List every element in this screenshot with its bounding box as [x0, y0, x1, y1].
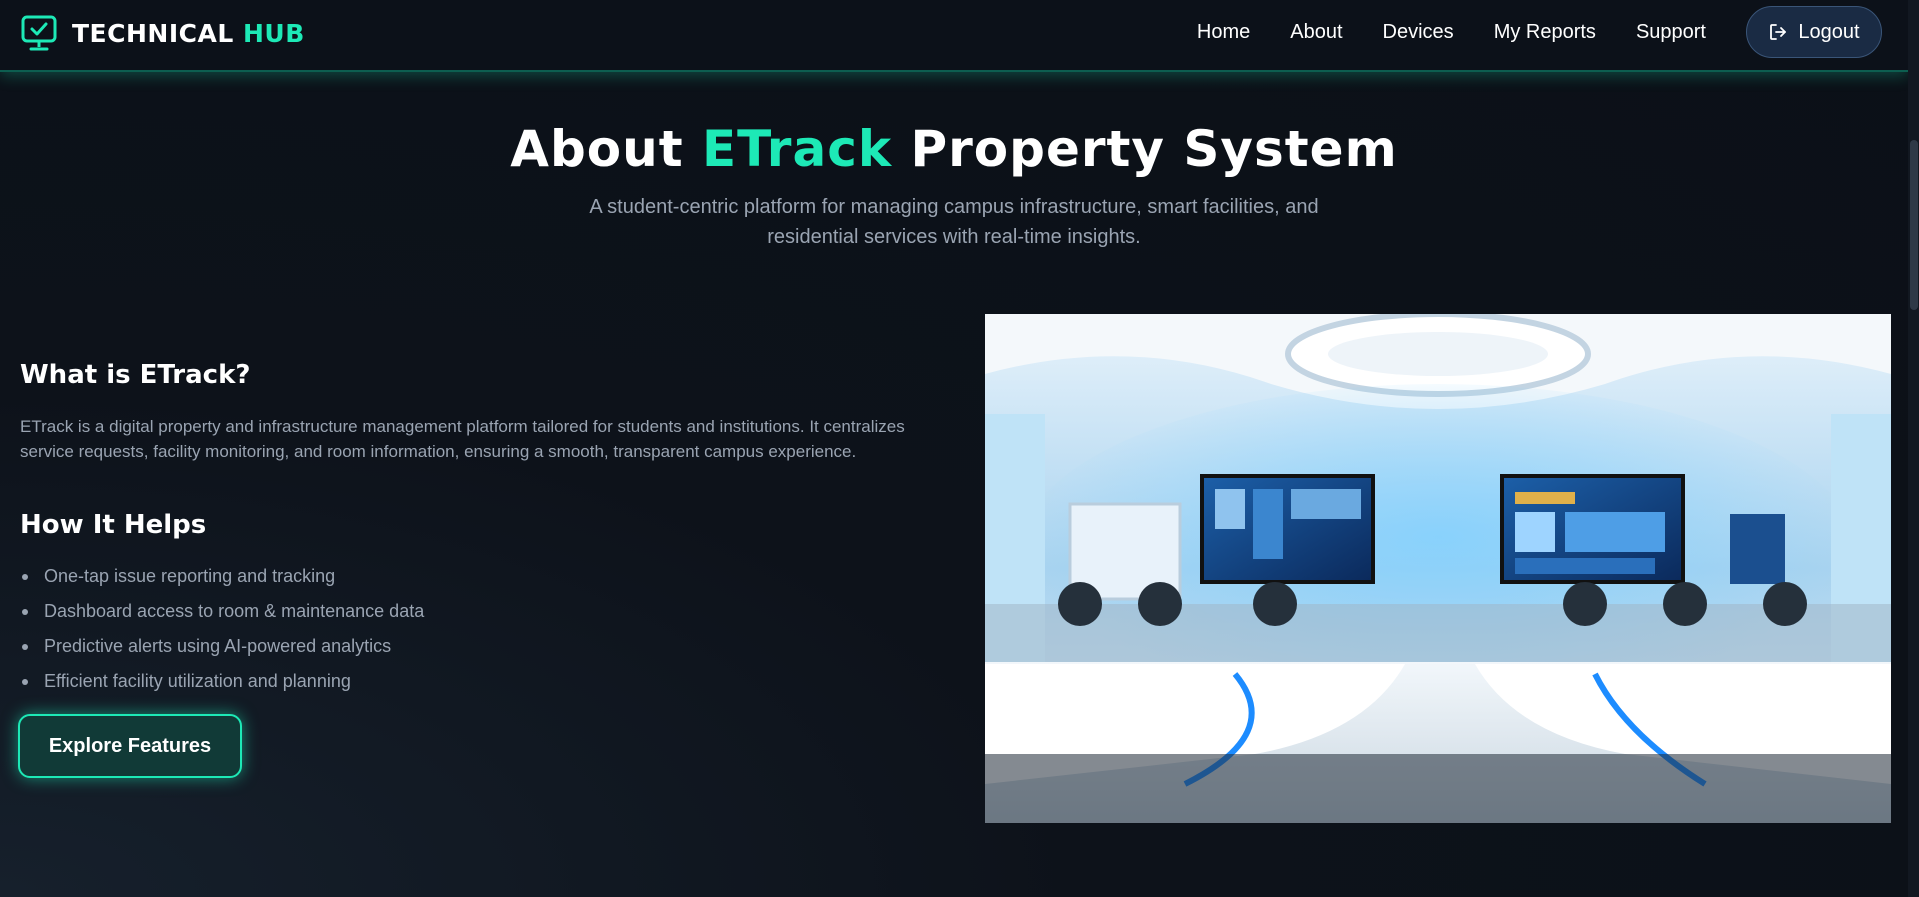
list-item: Efficient facility utilization and plann… [20, 669, 424, 704]
monitor-check-icon [21, 15, 57, 51]
nav-link-my-reports[interactable]: My Reports [1494, 21, 1596, 44]
how-it-helps-heading: How It Helps [20, 510, 207, 540]
scrollbar-thumb[interactable] [1910, 140, 1918, 310]
page-title: About ETrack Property System [510, 120, 1398, 178]
brand-name: TECHNICAL HUB [72, 18, 305, 48]
logout-label: Logout [1798, 20, 1860, 43]
list-item: One-tap issue reporting and tracking [20, 564, 424, 599]
nav-link-support[interactable]: Support [1636, 21, 1706, 44]
what-is-paragraph: ETrack is a digital property and infrast… [20, 417, 905, 461]
nav-links: Home About Devices My Reports Support Lo… [1157, 6, 1882, 58]
explore-features-button[interactable]: Explore Features [18, 714, 242, 778]
page-subtitle: A student-centric platform for managing … [589, 196, 1319, 248]
nav-link-home[interactable]: Home [1197, 21, 1250, 44]
what-is-heading: What is ETrack? [20, 360, 251, 390]
list-item: Predictive alerts using AI-powered analy… [20, 634, 424, 669]
logout-button[interactable]: Logout [1746, 6, 1882, 58]
brand-logo-link[interactable]: TECHNICAL HUB [20, 14, 305, 52]
page-scrollbar[interactable] [1908, 0, 1919, 897]
top-navbar: TECHNICAL HUB Home About Devices My Repo… [0, 0, 1908, 72]
logout-icon [1770, 24, 1787, 40]
smart-facility-image [985, 314, 1891, 823]
helps-list: One-tap issue reporting and tracking Das… [20, 564, 424, 704]
nav-link-devices[interactable]: Devices [1383, 21, 1454, 44]
list-item: Dashboard access to room & maintenance d… [20, 599, 424, 634]
nav-link-about[interactable]: About [1290, 21, 1342, 44]
